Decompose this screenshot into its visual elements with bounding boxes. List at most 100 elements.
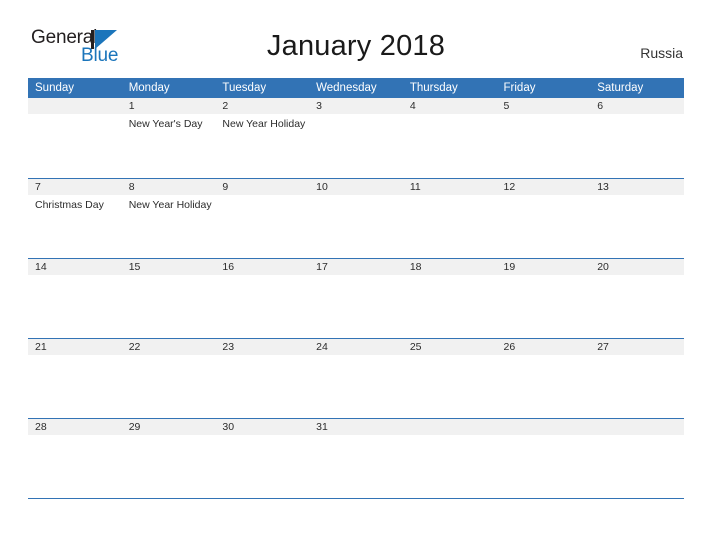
day-number: 9 <box>215 178 310 195</box>
calendar-day-cell[interactable]: 18 <box>402 258 497 339</box>
day-events <box>215 435 309 439</box>
calendar-day-cell[interactable]: 5 <box>496 98 591 179</box>
weekday-header-wednesday: Wednesday <box>309 78 403 98</box>
calendar-day-cell[interactable]: 25 <box>402 338 497 419</box>
day-events <box>215 355 309 359</box>
calendar-day-cell[interactable]: 9 <box>215 178 310 259</box>
calendar-day-cell[interactable]: 22 <box>121 338 216 419</box>
calendar-day-cell[interactable]: 15 <box>121 258 216 339</box>
calendar-day-cell[interactable]: 30 <box>215 418 310 499</box>
calendar-day-cell[interactable]: 23 <box>215 338 310 419</box>
day-events: New Year Holiday <box>215 114 309 131</box>
day-events <box>590 275 684 279</box>
day-number: 28 <box>28 418 122 435</box>
weekday-header-saturday: Saturday <box>590 78 684 98</box>
weekday-header-row: Sunday Monday Tuesday Wednesday Thursday… <box>28 78 684 98</box>
calendar-page: General Blue January 2018 Russia Sunday … <box>0 0 712 550</box>
calendar-day-cell[interactable]: 24 <box>309 338 403 419</box>
day-events <box>28 355 122 359</box>
calendar-week-row: 7 Christmas Day 8 New Year Holiday 9 10 11 12 13 <box>28 178 684 259</box>
day-events <box>309 435 403 439</box>
calendar-empty-cell <box>590 418 684 499</box>
day-number: 24 <box>309 338 403 355</box>
weekday-header-friday: Friday <box>496 78 591 98</box>
day-events <box>497 435 591 439</box>
day-events <box>403 435 497 439</box>
calendar-week-row: 28 29 30 31 <box>28 418 684 499</box>
calendar-day-cell[interactable]: 29 <box>121 418 216 499</box>
day-number: 1 <box>121 98 216 114</box>
day-events <box>497 195 591 199</box>
calendar-day-cell[interactable]: 7 Christmas Day <box>28 178 122 259</box>
holiday-event: New Year Holiday <box>128 198 212 211</box>
calendar-day-cell[interactable]: 14 <box>28 258 122 339</box>
calendar-day-cell[interactable]: 17 <box>309 258 403 339</box>
day-number: 15 <box>121 258 216 275</box>
day-number: 10 <box>309 178 403 195</box>
calendar-day-cell[interactable]: 10 <box>309 178 403 259</box>
day-number: 27 <box>590 338 684 355</box>
day-events <box>122 275 216 279</box>
calendar-day-cell[interactable]: 21 <box>28 338 122 419</box>
calendar-day-cell[interactable]: 11 <box>402 178 497 259</box>
day-number: 11 <box>402 178 497 195</box>
day-events <box>122 435 216 439</box>
calendar-body: 1 New Year's Day 2 New Year Holiday 3 4 5 6 7 Chr… <box>28 98 684 499</box>
day-number: 14 <box>28 258 122 275</box>
calendar-day-cell[interactable]: 28 <box>28 418 122 499</box>
day-number: 31 <box>309 418 403 435</box>
calendar-empty-cell <box>402 418 497 499</box>
day-events <box>215 195 309 199</box>
day-number: 2 <box>215 98 310 114</box>
day-events <box>403 114 497 118</box>
country-label: Russia <box>640 45 683 61</box>
calendar-day-cell[interactable]: 27 <box>590 338 684 419</box>
day-number: 16 <box>215 258 310 275</box>
weekday-header-tuesday: Tuesday <box>215 78 310 98</box>
calendar-day-cell[interactable]: 8 New Year Holiday <box>121 178 216 259</box>
calendar-week-row: 14 15 16 17 18 19 20 <box>28 258 684 339</box>
day-number: 29 <box>121 418 216 435</box>
calendar-day-cell[interactable]: 26 <box>496 338 591 419</box>
calendar-day-cell[interactable]: 20 <box>590 258 684 339</box>
day-number <box>402 418 497 435</box>
day-events <box>590 195 684 199</box>
day-number: 20 <box>590 258 684 275</box>
calendar-empty-cell <box>28 98 122 179</box>
day-events: New Year Holiday <box>122 195 216 212</box>
day-number: 7 <box>28 178 122 195</box>
calendar-grid: Sunday Monday Tuesday Wednesday Thursday… <box>28 78 684 499</box>
day-events <box>590 435 684 439</box>
calendar-day-cell[interactable]: 12 <box>496 178 591 259</box>
day-number: 23 <box>215 338 310 355</box>
calendar-day-cell[interactable]: 1 New Year's Day <box>121 98 216 179</box>
day-events <box>28 435 122 439</box>
day-number: 13 <box>590 178 684 195</box>
calendar-day-cell[interactable]: 16 <box>215 258 310 339</box>
calendar-empty-cell <box>496 418 591 499</box>
day-events: Christmas Day <box>28 195 122 212</box>
weekday-header-thursday: Thursday <box>402 78 497 98</box>
calendar-day-cell[interactable]: 4 <box>402 98 497 179</box>
day-events <box>590 355 684 359</box>
day-events <box>497 355 591 359</box>
calendar-day-cell[interactable]: 3 <box>309 98 403 179</box>
day-number <box>496 418 591 435</box>
calendar-day-cell[interactable]: 6 <box>590 98 684 179</box>
holiday-event: Christmas Day <box>35 198 104 211</box>
day-events <box>309 195 403 199</box>
holiday-event: New Year's Day <box>128 118 203 130</box>
day-number: 19 <box>496 258 591 275</box>
day-number: 21 <box>28 338 122 355</box>
day-events <box>590 114 684 118</box>
day-events: New Year's Day <box>122 114 216 131</box>
calendar-day-cell[interactable]: 2 New Year Holiday <box>215 98 310 179</box>
day-number <box>28 98 122 114</box>
day-number: 22 <box>121 338 216 355</box>
calendar-day-cell[interactable]: 19 <box>496 258 591 339</box>
day-number: 30 <box>215 418 310 435</box>
day-events <box>309 275 403 279</box>
calendar-day-cell[interactable]: 13 <box>590 178 684 259</box>
calendar-day-cell[interactable]: 31 <box>309 418 403 499</box>
day-events <box>309 114 403 118</box>
